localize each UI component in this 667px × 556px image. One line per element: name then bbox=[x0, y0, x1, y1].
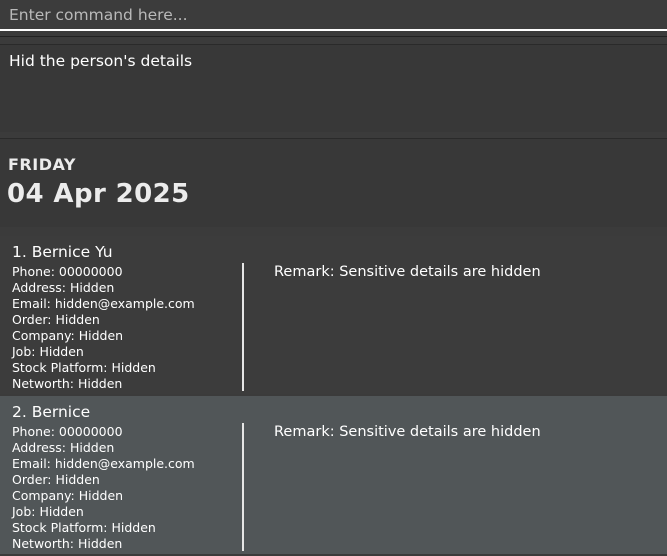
card-divider bbox=[242, 423, 244, 551]
result-display: Hid the person's details bbox=[0, 44, 667, 132]
person-company: Company: Hidden bbox=[12, 328, 124, 343]
person-email: Email: hidden@example.com bbox=[12, 296, 195, 311]
person-networth: Networth: Hidden bbox=[12, 536, 123, 551]
person-email: Email: hidden@example.com bbox=[12, 456, 195, 471]
separator-line bbox=[0, 36, 667, 37]
person-address: Address: Hidden bbox=[12, 440, 115, 455]
person-phone: Phone: 00000000 bbox=[12, 424, 123, 439]
person-stock-platform: Stock Platform: Hidden bbox=[12, 520, 156, 535]
person-card[interactable]: 2. Bernice Phone: 00000000 Address: Hidd… bbox=[0, 396, 667, 554]
command-box bbox=[0, 0, 667, 31]
person-name: 2. Bernice bbox=[12, 403, 91, 421]
person-order: Order: Hidden bbox=[12, 472, 100, 487]
current-date: 04 Apr 2025 bbox=[7, 179, 190, 209]
result-message: Hid the person's details bbox=[9, 52, 193, 70]
person-job: Job: Hidden bbox=[12, 344, 84, 359]
person-remark: Remark: Sensitive details are hidden bbox=[274, 264, 541, 280]
app-window: Hid the person's details FRIDAY 04 Apr 2… bbox=[0, 0, 667, 556]
person-networth: Networth: Hidden bbox=[12, 376, 123, 391]
person-address: Address: Hidden bbox=[12, 280, 115, 295]
person-stock-platform: Stock Platform: Hidden bbox=[12, 360, 156, 375]
person-remark: Remark: Sensitive details are hidden bbox=[274, 424, 541, 440]
person-card[interactable]: 1. Bernice Yu Phone: 00000000 Address: H… bbox=[0, 236, 667, 394]
person-name: 1. Bernice Yu bbox=[12, 243, 113, 261]
person-job: Job: Hidden bbox=[12, 504, 84, 519]
card-divider bbox=[242, 263, 244, 391]
person-company: Company: Hidden bbox=[12, 488, 124, 503]
person-phone: Phone: 00000000 bbox=[12, 264, 123, 279]
command-input[interactable] bbox=[0, 0, 667, 29]
day-of-week: FRIDAY bbox=[8, 155, 76, 174]
person-order: Order: Hidden bbox=[12, 312, 100, 327]
date-panel: FRIDAY 04 Apr 2025 bbox=[0, 138, 667, 227]
person-list[interactable]: 1. Bernice Yu Phone: 00000000 Address: H… bbox=[0, 236, 667, 556]
